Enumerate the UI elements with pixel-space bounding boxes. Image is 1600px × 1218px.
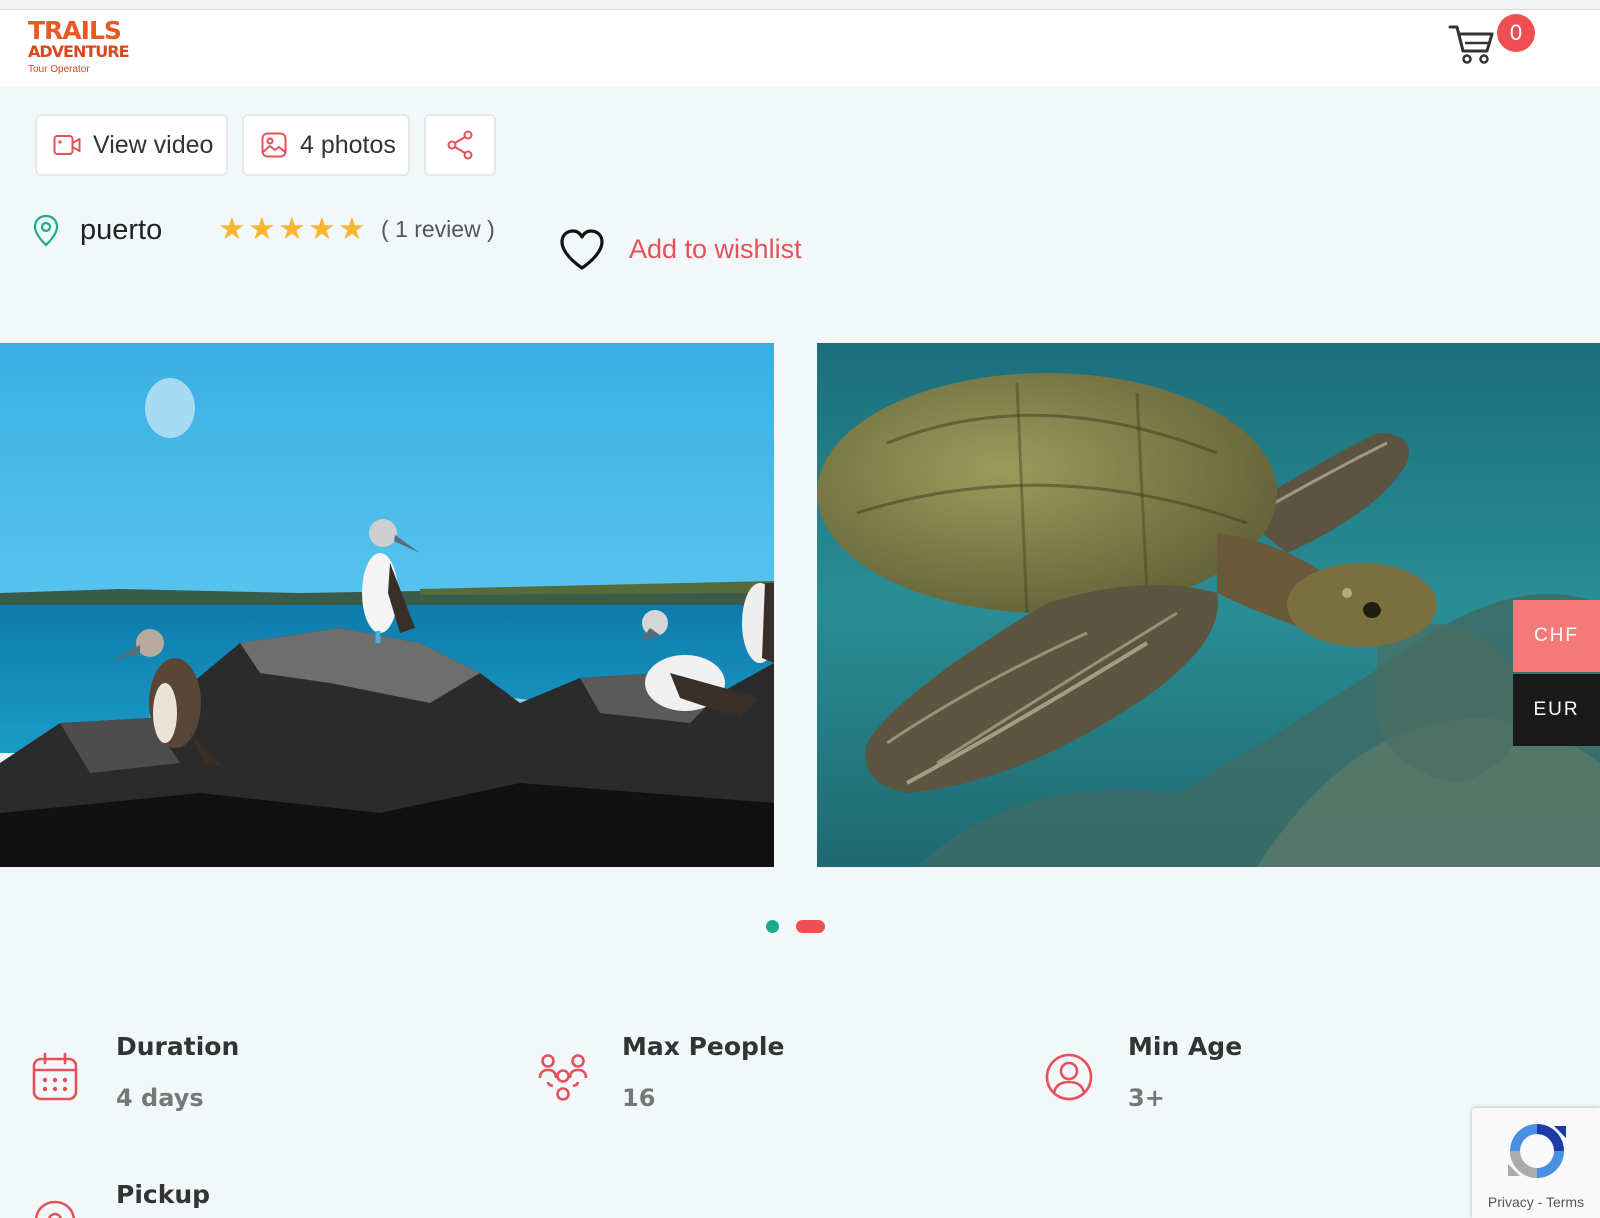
logo-line-2: ADVENTURE <box>28 42 130 61</box>
detail-label: Max People <box>622 1032 785 1061</box>
gallery-slide-boobies[interactable] <box>0 343 774 867</box>
detail-label: Duration <box>116 1032 240 1061</box>
image-icon <box>258 129 290 161</box>
site-logo[interactable]: TRAILS ADVENTURE Tour Operator <box>28 16 130 82</box>
star-icon: ★ <box>218 211 246 247</box>
cart-icon[interactable] <box>1448 22 1494 66</box>
star-icon: ★ <box>308 211 336 247</box>
add-to-wishlist-link[interactable]: Add to wishlist <box>629 234 802 265</box>
recaptcha-icon <box>1502 1116 1572 1186</box>
share-button[interactable] <box>424 114 496 176</box>
currency-chf-button[interactable]: CHF <box>1513 600 1600 672</box>
detail-label: Min Age <box>1128 1032 1243 1061</box>
video-camera-icon <box>51 129 83 161</box>
recaptcha-privacy-terms[interactable]: Privacy - Terms <box>1472 1194 1600 1210</box>
detail-value: 16 <box>622 1084 656 1112</box>
currency-eur-button[interactable]: EUR <box>1513 674 1600 746</box>
gallery-slide-turtle[interactable] <box>817 343 1600 867</box>
group-icon <box>538 1052 588 1102</box>
map-pin-icon <box>32 214 60 248</box>
user-icon <box>1044 1052 1094 1102</box>
detail-value: 4 days <box>116 1084 204 1112</box>
carousel-dot-1[interactable] <box>766 920 779 933</box>
review-count-link[interactable]: ( 1 review ) <box>381 216 495 243</box>
detail-label: Pickup <box>116 1180 211 1209</box>
star-icon: ★ <box>248 211 276 247</box>
heart-icon[interactable] <box>559 228 605 272</box>
view-video-label: View video <box>93 130 214 159</box>
photos-label: 4 photos <box>300 130 396 159</box>
star-icon: ★ <box>338 211 366 247</box>
tour-location: puerto <box>80 214 163 246</box>
carousel-dot-2-active[interactable] <box>796 920 825 933</box>
share-icon <box>444 129 476 161</box>
site-header: TRAILS ADVENTURE Tour Operator <box>0 10 1600 86</box>
star-icon: ★ <box>278 211 306 247</box>
location-icon <box>32 1200 82 1218</box>
rating-stars: ★ ★ ★ ★ ★ <box>218 211 368 247</box>
photos-button[interactable]: 4 photos <box>242 114 410 176</box>
browser-top-edge <box>0 0 1600 10</box>
calendar-icon <box>32 1052 82 1102</box>
view-video-button[interactable]: View video <box>35 114 228 176</box>
detail-value: 3+ <box>1128 1084 1165 1112</box>
logo-line-3: Tour Operator <box>28 64 90 75</box>
cart-count-badge[interactable]: 0 <box>1497 14 1535 52</box>
recaptcha-badge[interactable]: Privacy - Terms <box>1472 1108 1600 1218</box>
logo-line-1: TRAILS <box>28 16 122 45</box>
